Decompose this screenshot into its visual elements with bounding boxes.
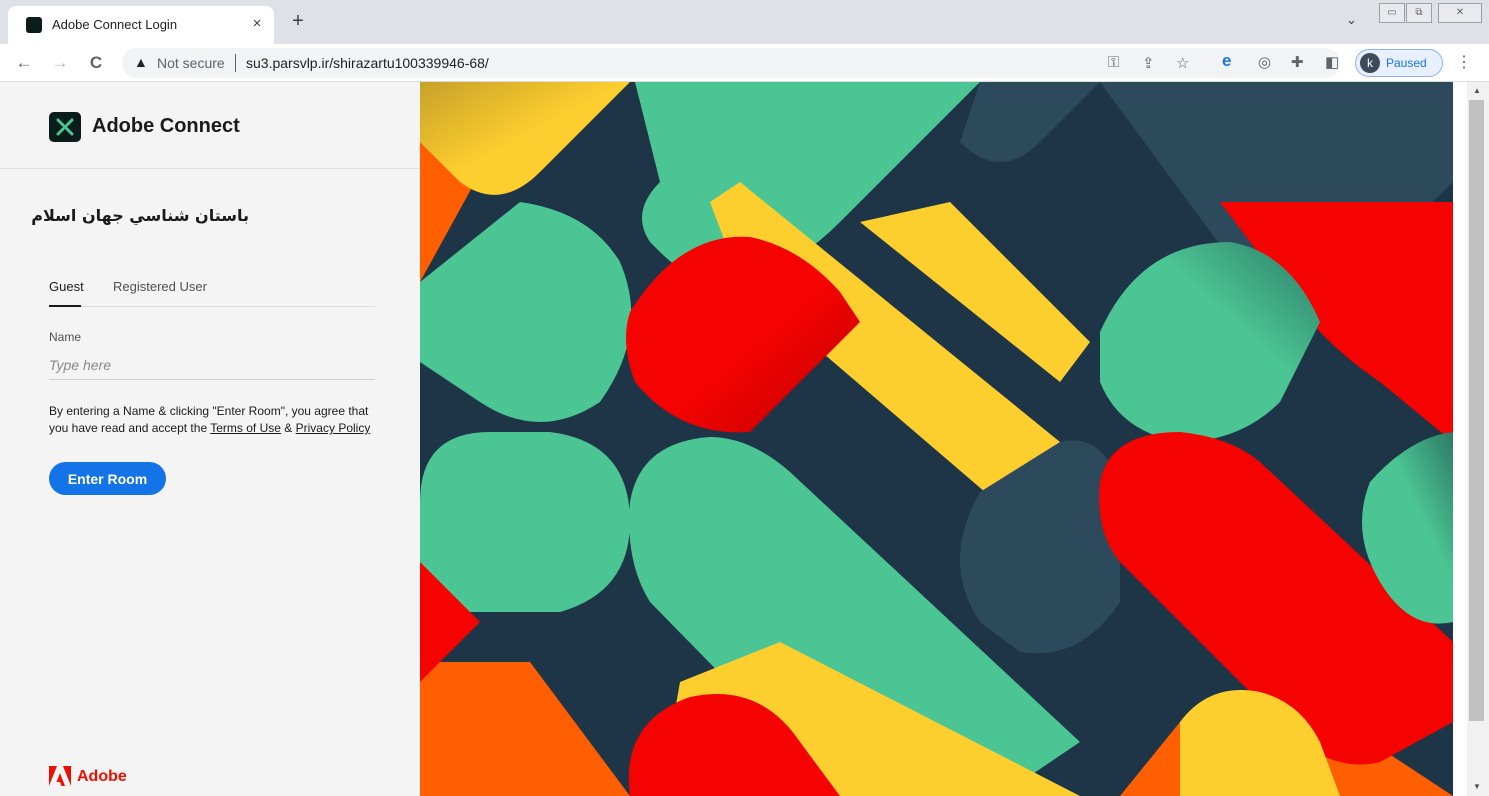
minimize-button[interactable]: ▭ bbox=[1379, 3, 1405, 23]
bookmark-star-icon[interactable]: ☆ bbox=[1176, 54, 1189, 72]
name-label: Name bbox=[49, 330, 82, 344]
share-icon[interactable]: ⇪ bbox=[1142, 54, 1155, 72]
security-label[interactable]: Not secure bbox=[157, 55, 225, 71]
login-panel: Adobe Connect باستان شناسي جهان اسلام Gu… bbox=[0, 82, 420, 796]
legal-notice: By entering a Name & clicking "Enter Roo… bbox=[49, 403, 383, 437]
tab-close-icon[interactable]: × bbox=[246, 13, 268, 35]
enter-room-button[interactable]: Enter Room bbox=[49, 462, 166, 495]
decorative-artwork bbox=[420, 82, 1453, 796]
page-content: Adobe Connect باستان شناسي جهان اسلام Gu… bbox=[0, 82, 1489, 796]
new-tab-button[interactable]: + bbox=[286, 10, 310, 34]
window-controls: ▭ ⧉ ✕ bbox=[1378, 3, 1482, 23]
scroll-thumb[interactable] bbox=[1469, 100, 1484, 721]
tab-guest[interactable]: Guest bbox=[49, 279, 84, 294]
back-button[interactable]: ← bbox=[12, 51, 36, 75]
browser-toolbar: ← → C ▲ Not secure su3.parsvlp.ir/shiraz… bbox=[0, 44, 1489, 82]
legal-and: & bbox=[284, 421, 293, 435]
extensions-puzzle-icon[interactable]: ✚ bbox=[1291, 53, 1304, 73]
room-title: باستان شناسي جهان اسلام bbox=[31, 206, 249, 225]
footer-brand: Adobe bbox=[77, 768, 127, 785]
brand-name: Adobe Connect bbox=[92, 115, 240, 137]
background-pattern-image bbox=[420, 82, 1453, 796]
address-bar[interactable]: ▲ Not secure su3.parsvlp.ir/shirazartu10… bbox=[122, 48, 1340, 78]
adobe-logo-icon bbox=[49, 766, 71, 786]
active-tab-indicator bbox=[49, 305, 81, 307]
ie-extension-icon[interactable]: e bbox=[1222, 51, 1231, 71]
adobe-connect-favicon-icon bbox=[26, 17, 42, 33]
close-window-button[interactable]: ✕ bbox=[1438, 3, 1482, 23]
browser-tab-strip: Adobe Connect Login × + ⌄ ▭ ⧉ ✕ bbox=[0, 0, 1489, 44]
warning-icon[interactable]: ▲ bbox=[134, 54, 148, 70]
address-divider bbox=[235, 54, 236, 72]
terms-of-use-link[interactable]: Terms of Use bbox=[210, 421, 281, 435]
restore-button[interactable]: ⧉ bbox=[1406, 3, 1432, 23]
url-text[interactable]: su3.parsvlp.ir/shirazartu100339946-68/ bbox=[246, 55, 489, 71]
page-scrollbar[interactable]: ▲ ▼ bbox=[1467, 82, 1489, 796]
reload-button[interactable]: C bbox=[84, 51, 108, 75]
header-divider bbox=[0, 168, 420, 169]
more-menu-icon[interactable]: ⋮ bbox=[1456, 52, 1472, 72]
forward-button[interactable]: → bbox=[48, 51, 72, 75]
compass-extension-icon[interactable]: ◎ bbox=[1258, 53, 1271, 73]
privacy-policy-link[interactable]: Privacy Policy bbox=[296, 421, 371, 435]
tab-search-icon[interactable]: ⌄ bbox=[1346, 12, 1357, 28]
side-panel-icon[interactable]: ◧ bbox=[1325, 53, 1339, 73]
profile-status: Paused bbox=[1386, 56, 1427, 70]
tab-registered-user[interactable]: Registered User bbox=[113, 279, 207, 294]
key-icon[interactable]: ⚿ bbox=[1108, 54, 1119, 71]
adobe-connect-logo-icon bbox=[49, 112, 81, 142]
tabs-divider bbox=[49, 306, 375, 307]
profile-button[interactable]: k Paused bbox=[1355, 49, 1443, 77]
scroll-up-arrow-icon[interactable]: ▲ bbox=[1473, 86, 1481, 95]
tab-title: Adobe Connect Login bbox=[52, 17, 178, 32]
name-input[interactable] bbox=[49, 350, 375, 380]
scroll-down-arrow-icon[interactable]: ▼ bbox=[1473, 782, 1481, 791]
browser-tab[interactable]: Adobe Connect Login × bbox=[8, 6, 274, 44]
avatar: k bbox=[1360, 53, 1380, 73]
